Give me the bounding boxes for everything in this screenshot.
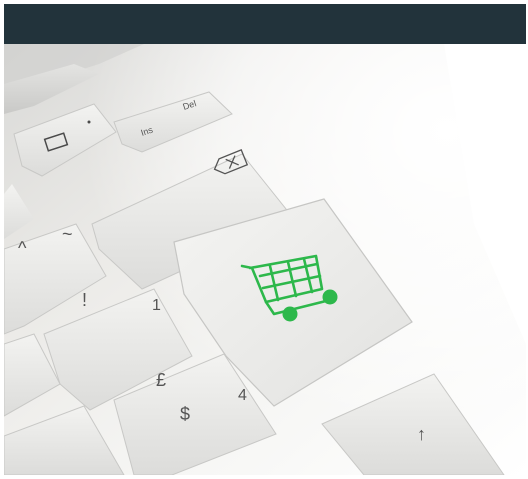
- caret-label: ^: [18, 238, 27, 258]
- cart-wheel-left: [282, 306, 298, 322]
- pound-label: £: [156, 370, 166, 390]
- tilde-label: ~: [62, 224, 73, 244]
- one-label: 1: [152, 297, 161, 314]
- dollar-label: $: [180, 404, 190, 424]
- top-bar: [4, 4, 526, 44]
- exclaim-label: !: [82, 290, 87, 310]
- up-arrow-label: ↑: [417, 424, 426, 444]
- four-label: 4: [238, 387, 247, 404]
- cart-wheel-right: [322, 289, 338, 305]
- keyboard-photo: Ins Del ^ ~ ! 1 £ $ 4 ↑: [4, 44, 526, 475]
- screenshot-frame: Ins Del ^ ~ ! 1 £ $ 4 ↑: [0, 0, 528, 479]
